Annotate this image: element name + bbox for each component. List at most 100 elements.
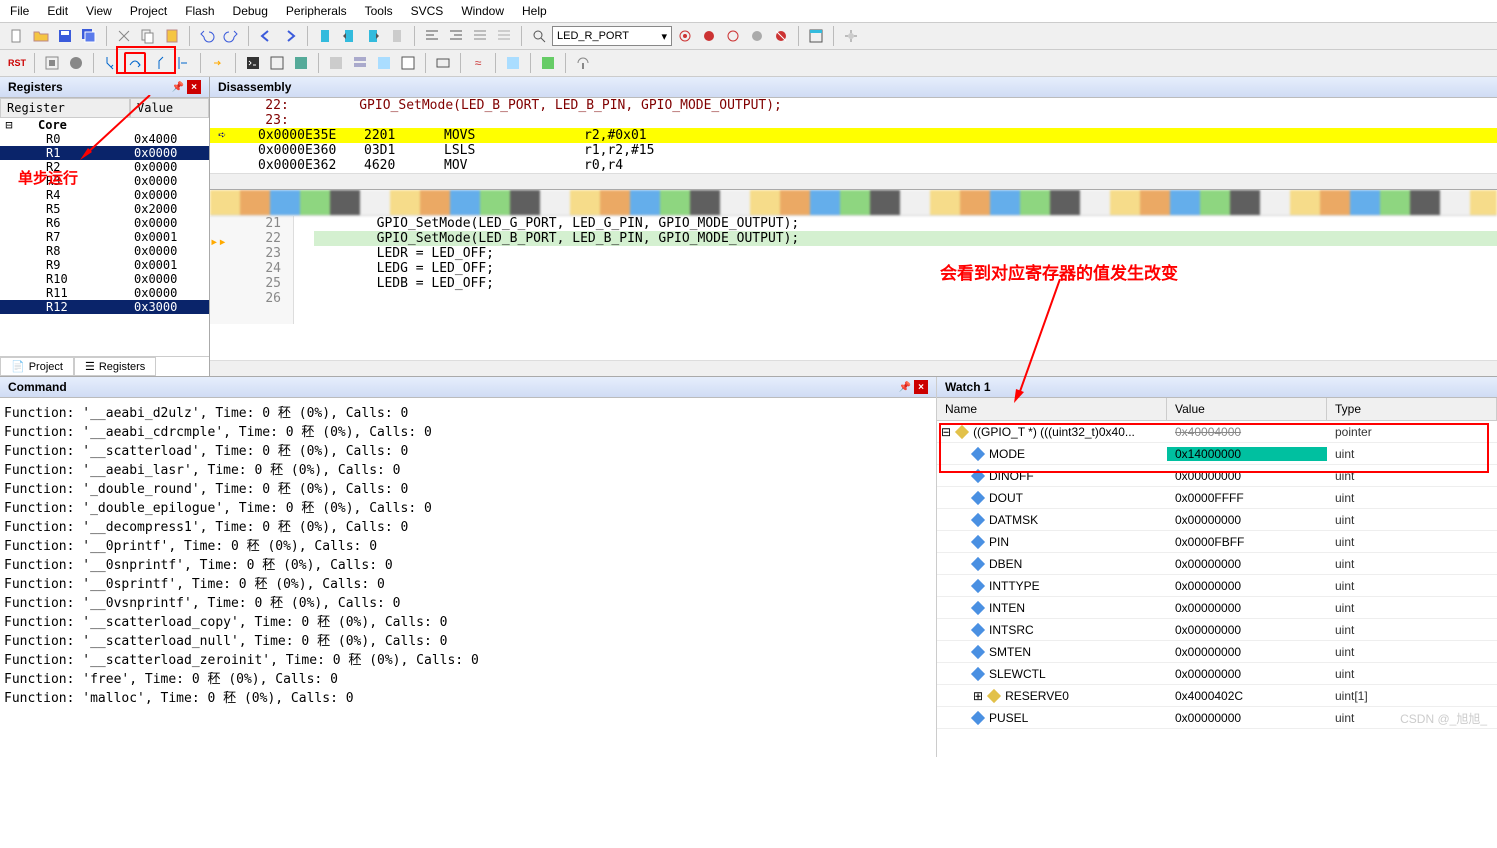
- watch-body[interactable]: ⊟ ((GPIO_T *) (((uint32_t)0x40...0x40004…: [937, 421, 1497, 757]
- register-row[interactable]: R70x0001: [0, 230, 209, 244]
- code-line[interactable]: LEDB = LED_OFF;: [314, 276, 1497, 291]
- menu-tools[interactable]: Tools: [365, 4, 393, 18]
- window-icon[interactable]: [805, 25, 827, 47]
- new-icon[interactable]: [6, 25, 28, 47]
- register-row[interactable]: R80x0000: [0, 244, 209, 258]
- forward-icon[interactable]: [279, 25, 301, 47]
- registers-window-icon[interactable]: [325, 52, 347, 74]
- reg-group-core[interactable]: Core: [18, 118, 67, 132]
- show-next-icon[interactable]: [207, 52, 229, 74]
- register-row[interactable]: R100x0000: [0, 272, 209, 286]
- watch-head-type[interactable]: Type: [1327, 398, 1497, 420]
- menu-view[interactable]: View: [86, 4, 112, 18]
- pin-icon[interactable]: 📌: [898, 380, 912, 394]
- menu-debug[interactable]: Debug: [233, 4, 268, 18]
- code-line[interactable]: LEDR = LED_OFF;: [314, 246, 1497, 261]
- menu-file[interactable]: File: [10, 4, 29, 18]
- watch-row[interactable]: INTTYPE0x00000000uint: [937, 575, 1497, 597]
- menu-flash[interactable]: Flash: [185, 4, 214, 18]
- watch-row[interactable]: ⊞ RESERVE00x4000402Cuint[1]: [937, 685, 1497, 707]
- step-into-icon[interactable]: [100, 52, 122, 74]
- tab-registers[interactable]: ☰Registers: [74, 357, 156, 376]
- register-row[interactable]: R40x0000: [0, 188, 209, 202]
- command-output[interactable]: Function: '__aeabi_d2ulz', Time: 0 秠 (0%…: [0, 398, 936, 757]
- tab-project[interactable]: 📄Project: [0, 357, 74, 376]
- menu-peripherals[interactable]: Peripherals: [286, 4, 347, 18]
- run-icon[interactable]: [41, 52, 63, 74]
- register-row[interactable]: R00x4000: [0, 132, 209, 146]
- scrollbar-h[interactable]: [210, 173, 1497, 189]
- cut-icon[interactable]: [113, 25, 135, 47]
- debug-icon[interactable]: [674, 25, 696, 47]
- scrollbar-h[interactable]: [210, 360, 1497, 376]
- code-line[interactable]: LEDG = LED_OFF;: [314, 261, 1497, 276]
- register-row[interactable]: R30x0000: [0, 174, 209, 188]
- disasm-window-icon[interactable]: [266, 52, 288, 74]
- back-icon[interactable]: [255, 25, 277, 47]
- watch-row[interactable]: DOUT0x0000FFFFuint: [937, 487, 1497, 509]
- breakpoint-kill-icon[interactable]: [770, 25, 792, 47]
- save-icon[interactable]: [54, 25, 76, 47]
- breakpoint-insert-icon[interactable]: [698, 25, 720, 47]
- symbols-window-icon[interactable]: [290, 52, 312, 74]
- redo-icon[interactable]: [220, 25, 242, 47]
- find-combo[interactable]: LED_R_PORT▾: [552, 26, 672, 46]
- watch-row[interactable]: DATMSK0x00000000uint: [937, 509, 1497, 531]
- open-icon[interactable]: [30, 25, 52, 47]
- code-line[interactable]: GPIO_SetMode(LED_G_PORT, LED_G_PIN, GPIO…: [314, 216, 1497, 231]
- watch-row[interactable]: PIN0x0000FBFFuint: [937, 531, 1497, 553]
- close-icon[interactable]: ×: [914, 380, 928, 394]
- close-icon[interactable]: ×: [187, 80, 201, 94]
- undo-icon[interactable]: [196, 25, 218, 47]
- indent-in-icon[interactable]: [445, 25, 467, 47]
- system-viewer-icon[interactable]: [537, 52, 559, 74]
- register-row[interactable]: R50x2000: [0, 202, 209, 216]
- comment-icon[interactable]: [469, 25, 491, 47]
- watch-row[interactable]: SMTEN0x00000000uint: [937, 641, 1497, 663]
- register-row[interactable]: R90x0001: [0, 258, 209, 272]
- watch-root[interactable]: ⊟ ((GPIO_T *) (((uint32_t)0x40...0x40004…: [937, 421, 1497, 443]
- register-row[interactable]: R10x0000: [0, 146, 209, 160]
- watch-row[interactable]: DBEN0x00000000uint: [937, 553, 1497, 575]
- watch-row[interactable]: DINOFF0x00000000uint: [937, 465, 1497, 487]
- menu-window[interactable]: Window: [461, 4, 504, 18]
- paste-icon[interactable]: [161, 25, 183, 47]
- register-row[interactable]: R120x3000: [0, 300, 209, 314]
- trace-icon[interactable]: [502, 52, 524, 74]
- bookmark-next-icon[interactable]: [362, 25, 384, 47]
- breakpoint-enable-icon[interactable]: [722, 25, 744, 47]
- disasm-line[interactable]: 0x0000E3624620MOVr0,r4: [210, 158, 1497, 173]
- config-icon[interactable]: [840, 25, 862, 47]
- watch-window-icon[interactable]: [373, 52, 395, 74]
- serial-window-icon[interactable]: [432, 52, 454, 74]
- disassembly-body[interactable]: 22: GPIO_SetMode(LED_B_PORT, LED_B_PIN, …: [210, 98, 1497, 173]
- step-out-icon[interactable]: [148, 52, 170, 74]
- register-row[interactable]: R110x0000: [0, 286, 209, 300]
- breakpoint-disable-icon[interactable]: [746, 25, 768, 47]
- bookmark-prev-icon[interactable]: [338, 25, 360, 47]
- find-icon[interactable]: [528, 25, 550, 47]
- call-stack-icon[interactable]: [349, 52, 371, 74]
- disasm-line[interactable]: ➪0x0000E35E2201MOVSr2,#0x01: [210, 128, 1497, 143]
- analysis-icon[interactable]: ≈: [467, 52, 489, 74]
- run-to-cursor-icon[interactable]: [172, 52, 194, 74]
- stop-icon[interactable]: [65, 52, 87, 74]
- register-row[interactable]: R20x0000: [0, 160, 209, 174]
- reset-icon[interactable]: RST: [6, 52, 28, 74]
- menu-project[interactable]: Project: [130, 4, 167, 18]
- watch-row[interactable]: INTEN0x00000000uint: [937, 597, 1497, 619]
- code-line[interactable]: GPIO_SetMode(LED_B_PORT, LED_B_PIN, GPIO…: [314, 231, 1497, 246]
- watch-head-name[interactable]: Name: [937, 398, 1167, 420]
- menu-svcs[interactable]: SVCS: [411, 4, 444, 18]
- watch-row[interactable]: MODE0x14000000uint: [937, 443, 1497, 465]
- bookmark-clear-icon[interactable]: [386, 25, 408, 47]
- disasm-line[interactable]: 0x0000E36003D1LSLSr1,r2,#15: [210, 143, 1497, 158]
- watch-row[interactable]: SLEWCTL0x00000000uint: [937, 663, 1497, 685]
- copy-icon[interactable]: [137, 25, 159, 47]
- register-row[interactable]: R60x0000: [0, 216, 209, 230]
- code-editor[interactable]: ▸▸ 212223242526 GPIO_SetMode(LED_G_PORT,…: [210, 190, 1497, 376]
- pin-icon[interactable]: 📌: [171, 80, 185, 94]
- toolbox-icon[interactable]: [572, 52, 594, 74]
- menu-help[interactable]: Help: [522, 4, 547, 18]
- uncomment-icon[interactable]: [493, 25, 515, 47]
